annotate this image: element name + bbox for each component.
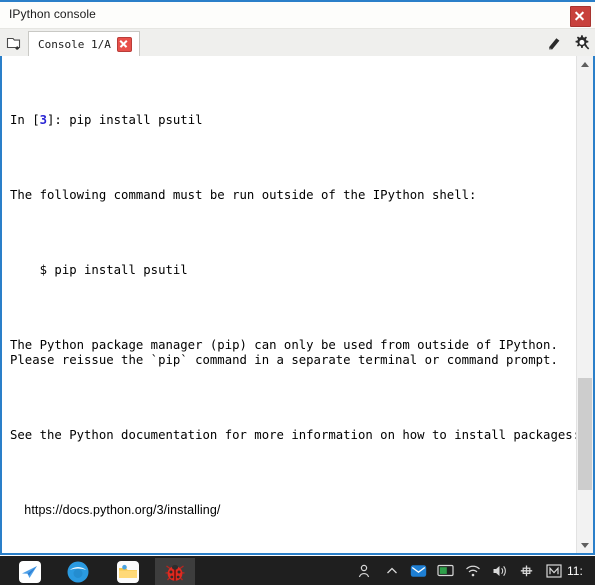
- tray-people-icon[interactable]: [351, 556, 378, 585]
- console-tab-label: Console 1/A: [38, 37, 111, 51]
- taskbar-item-foxmail[interactable]: [10, 558, 50, 585]
- output-text: The following command must be run outsid…: [10, 188, 477, 202]
- spyder-ladybug-icon: [163, 561, 188, 583]
- browser-globe-icon: [67, 560, 90, 583]
- tray-ime-icon[interactable]: [513, 556, 540, 585]
- prompt-prefix: In [: [10, 113, 40, 127]
- panel-bottom-border: [0, 553, 595, 555]
- arrow-down-glyph: [581, 543, 589, 548]
- clear-button[interactable]: [546, 35, 562, 51]
- prompt-number: 3: [39, 113, 48, 127]
- console-line-input-3: In [3]: pip install psutil: [10, 113, 565, 128]
- gear-icon: [575, 35, 590, 50]
- console-text: In [3]: pip install psutil The following…: [10, 68, 580, 553]
- output-text: See the Python documentation for more in…: [10, 428, 581, 442]
- panel-title: IPython console: [9, 7, 96, 21]
- prompt-suffix: ]:: [47, 113, 70, 127]
- console-output-area[interactable]: In [3]: pip install psutil The following…: [0, 56, 595, 553]
- tab-close-icon[interactable]: [116, 36, 132, 52]
- output-text: The Python package manager (pip) can onl…: [10, 338, 558, 352]
- ipython-console-panel: IPython console Console 1/A In [3]: pip …: [0, 0, 595, 585]
- console-output-url: https://docs.python.org/3/installing/: [10, 503, 565, 518]
- scroll-thumb[interactable]: [578, 378, 592, 490]
- windows-taskbar: 11:: [0, 556, 595, 585]
- tray-m-icon[interactable]: [540, 556, 567, 585]
- tray-show-hidden-icon[interactable]: [378, 556, 405, 585]
- close-panel-button[interactable]: [570, 6, 591, 27]
- doc-url: https://docs.python.org/3/installing/: [10, 503, 221, 517]
- console-scrollbar[interactable]: [576, 56, 593, 553]
- file-explorer-icon: [116, 560, 140, 583]
- eraser-icon: [549, 37, 560, 50]
- taskbar-item-spyder[interactable]: [155, 558, 195, 585]
- browse-tabs-icon[interactable]: [5, 34, 23, 52]
- scroll-up-icon[interactable]: [577, 56, 593, 72]
- console-output-line: The Python package manager (pip) can onl…: [10, 338, 565, 368]
- console-tabstrip: Console 1/A: [0, 29, 595, 57]
- tray-volume-icon[interactable]: [486, 556, 513, 585]
- console-output-line: $ pip install psutil: [10, 263, 565, 278]
- scroll-down-icon[interactable]: [577, 537, 593, 553]
- tray-monitor-icon[interactable]: [432, 556, 459, 585]
- taskbar-clock[interactable]: 11:: [567, 556, 595, 585]
- system-tray: [351, 556, 567, 585]
- console-toolbar: [535, 29, 590, 56]
- output-text: $ pip install psutil: [10, 263, 188, 277]
- taskbar-item-browser[interactable]: [58, 558, 98, 585]
- options-button[interactable]: [573, 34, 590, 51]
- output-text: Please reissue the `pip` command in a se…: [10, 353, 558, 367]
- panel-titlebar: IPython console: [0, 2, 595, 29]
- console-output-line: The following command must be run outsid…: [10, 188, 565, 203]
- console-output-line: See the Python documentation for more in…: [10, 428, 580, 443]
- arrow-up-glyph: [581, 62, 589, 67]
- tray-network-icon[interactable]: [459, 556, 486, 585]
- console-command: pip install psutil: [69, 113, 203, 127]
- mail-plane-icon: [18, 560, 42, 583]
- taskbar-item-explorer[interactable]: [108, 558, 148, 585]
- tray-mail-icon[interactable]: [405, 556, 432, 585]
- console-tab[interactable]: Console 1/A: [28, 31, 140, 56]
